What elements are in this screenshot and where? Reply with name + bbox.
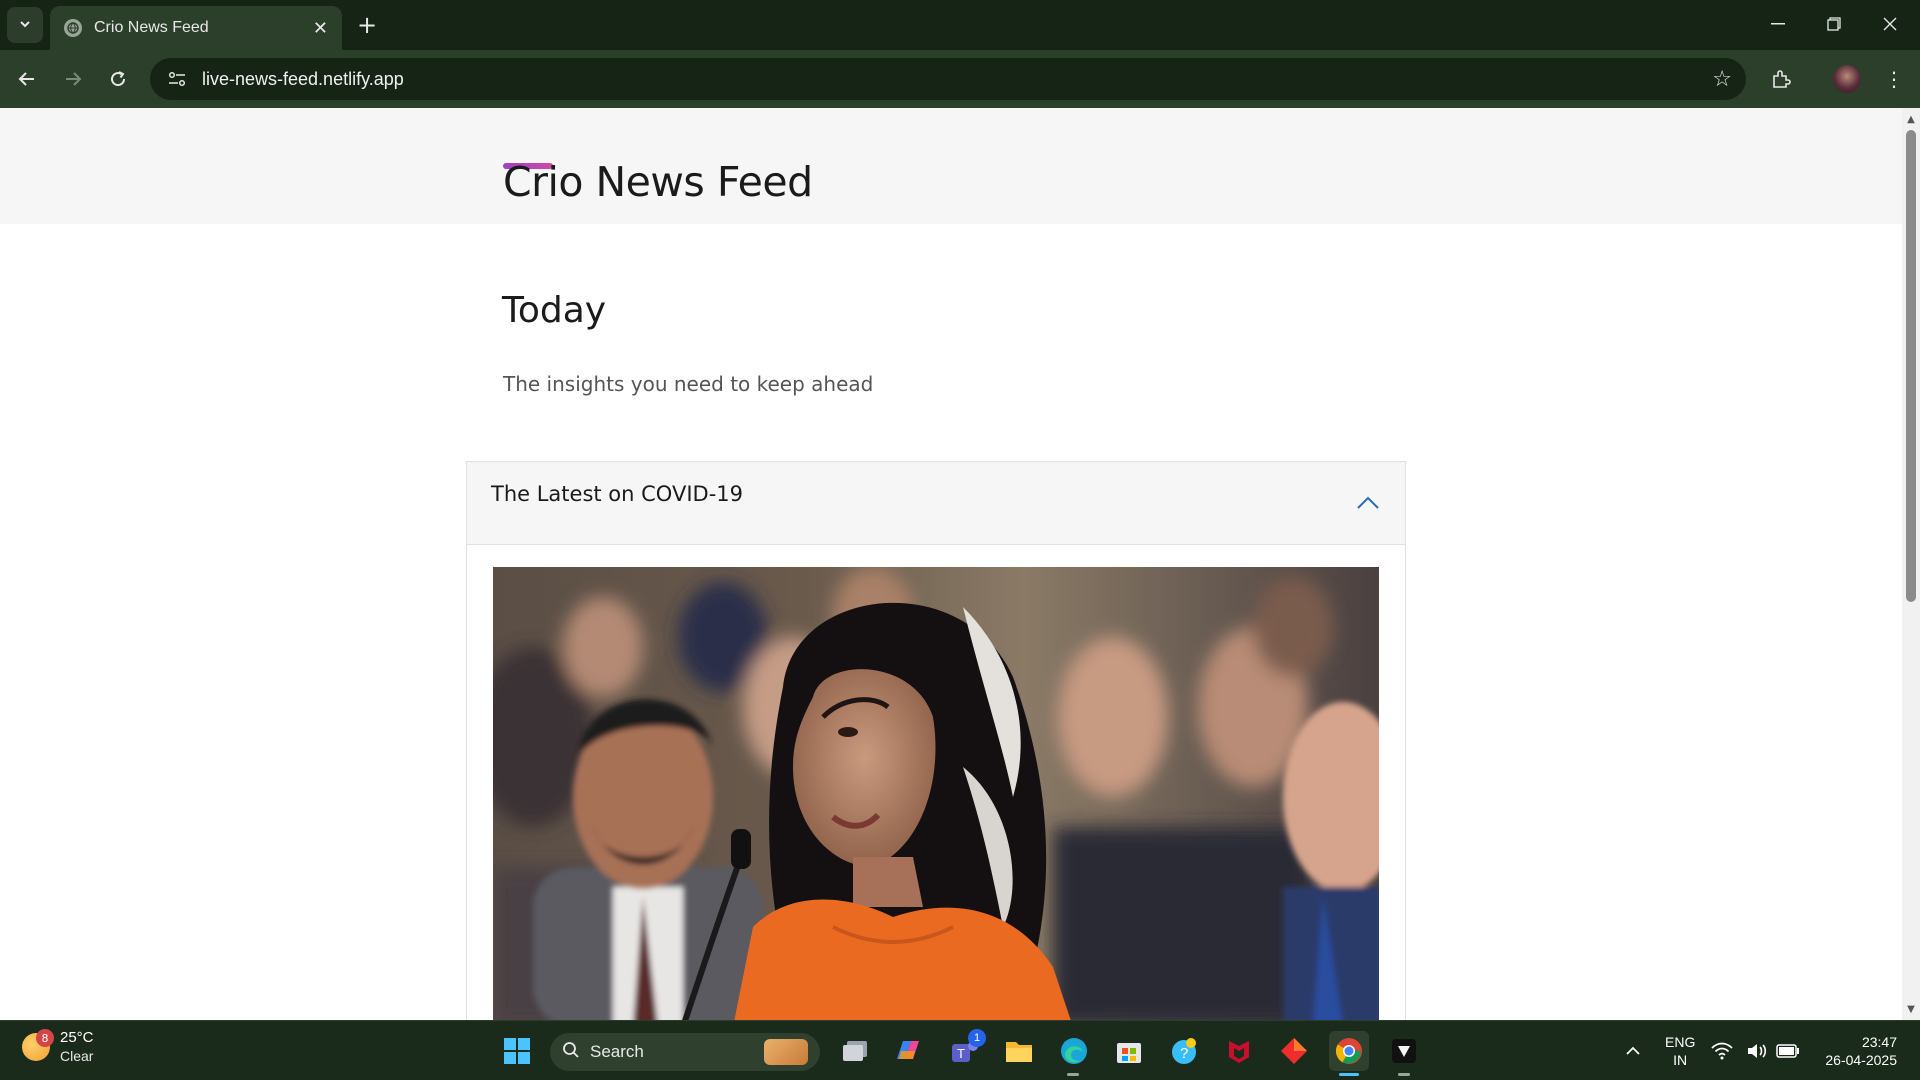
help-app-icon[interactable]: ? — [1164, 1031, 1204, 1071]
teams-icon[interactable]: T 1 — [944, 1029, 986, 1071]
menu-kebab-icon[interactable]: ⋮ — [1875, 60, 1913, 98]
scroll-up-arrow-icon[interactable]: ▲ — [1902, 110, 1920, 128]
weather-condition: Clear — [60, 1048, 94, 1064]
close-tab-icon[interactable]: ✕ — [313, 18, 328, 39]
wifi-icon[interactable] — [1707, 1031, 1737, 1071]
edge-running-indicator — [1067, 1073, 1079, 1076]
task-view-icon[interactable] — [835, 1031, 875, 1071]
microsoft-store-icon[interactable] — [1109, 1031, 1149, 1071]
globe-icon — [64, 19, 82, 37]
tab-strip: Crio News Feed ✕ + — [0, 0, 1920, 50]
windows-start-icon[interactable] — [497, 1031, 537, 1071]
accordion-title: The Latest on COVID-19 — [491, 482, 743, 506]
search-placeholder: Search — [590, 1042, 644, 1061]
mcafee-icon[interactable] — [1219, 1031, 1259, 1071]
clock-time: 23:47 — [1861, 1034, 1897, 1050]
browser-toolbar: live-news-feed.netlify.app ☆ ⋮ — [0, 50, 1920, 108]
site-info-icon[interactable] — [164, 66, 190, 92]
language-region: IN — [1673, 1052, 1688, 1068]
chrome-active-indicator — [1339, 1073, 1359, 1076]
weather-widget[interactable]: 8 25°C Clear — [22, 1029, 94, 1065]
teams-badge: 1 — [968, 1029, 986, 1047]
forward-button[interactable] — [54, 60, 92, 98]
weather-badge: 8 — [36, 1029, 54, 1047]
tab-title: Crio News Feed — [94, 19, 209, 36]
back-button[interactable] — [8, 60, 46, 98]
minimize-button[interactable] — [1750, 6, 1806, 42]
chevron-down-icon — [18, 16, 32, 35]
site-header — [0, 108, 1902, 224]
volume-icon[interactable] — [1742, 1031, 1772, 1071]
red-diamond-app-icon[interactable] — [1274, 1031, 1314, 1071]
language-indicator[interactable]: ENG IN — [1665, 1033, 1695, 1069]
language-code: ENG — [1665, 1034, 1696, 1050]
page-viewport: Crio News Feed Today The insights you ne… — [0, 108, 1902, 1020]
scrollbar-thumb[interactable] — [1906, 130, 1916, 602]
site-logo[interactable]: Crio News Feed — [503, 158, 813, 206]
taskbar-search[interactable]: Search — [550, 1033, 820, 1071]
new-tab-button[interactable]: + — [352, 10, 382, 40]
chrome-browser-icon[interactable] — [1329, 1031, 1369, 1071]
reload-button[interactable] — [99, 60, 137, 98]
bookmark-star-icon[interactable]: ☆ — [1712, 67, 1732, 92]
close-window-button[interactable] — [1862, 6, 1918, 42]
battery-icon[interactable] — [1773, 1031, 1803, 1071]
tab-search-button[interactable] — [7, 7, 43, 43]
search-icon — [562, 1041, 580, 1064]
profile-avatar[interactable] — [1833, 65, 1861, 93]
chevron-up-tray-icon[interactable] — [1613, 1031, 1653, 1071]
moon-icon: 8 — [22, 1029, 54, 1061]
file-explorer-icon[interactable] — [999, 1031, 1039, 1071]
restore-button[interactable] — [1806, 6, 1862, 42]
chevron-up-icon[interactable] — [1353, 488, 1383, 518]
windows-taskbar: 8 25°C Clear Search T 1 ? ENG IN 23:47 2… — [0, 1020, 1920, 1080]
extensions-icon[interactable] — [1762, 60, 1800, 98]
page-scrollbar[interactable]: ▲ ▼ — [1902, 108, 1920, 1020]
page-title: Today — [502, 290, 607, 331]
page-subtitle: The insights you need to keep ahead — [503, 372, 874, 396]
url-text[interactable]: live-news-feed.netlify.app — [202, 69, 1712, 90]
browser-tab[interactable]: Crio News Feed ✕ — [50, 6, 342, 50]
address-bar[interactable]: live-news-feed.netlify.app ☆ — [150, 58, 1746, 100]
search-highlight-icon — [764, 1039, 808, 1065]
news-image[interactable] — [493, 567, 1379, 1020]
terminal-running-indicator — [1398, 1073, 1410, 1076]
news-accordion: The Latest on COVID-19 — [466, 461, 1406, 1020]
edge-browser-icon[interactable] — [1054, 1031, 1094, 1071]
copilot-icon[interactable] — [888, 1031, 928, 1071]
scroll-down-arrow-icon[interactable]: ▼ — [1902, 1000, 1920, 1018]
accordion-header[interactable]: The Latest on COVID-19 — [467, 462, 1405, 545]
svg-text:T: T — [957, 1046, 965, 1061]
clock-date: 26-04-2025 — [1825, 1052, 1897, 1068]
terminal-app-icon[interactable] — [1384, 1031, 1424, 1071]
clock[interactable]: 23:47 26-04-2025 — [1815, 1033, 1897, 1069]
svg-text:?: ? — [1180, 1045, 1188, 1062]
weather-temperature: 25°C — [60, 1029, 94, 1046]
